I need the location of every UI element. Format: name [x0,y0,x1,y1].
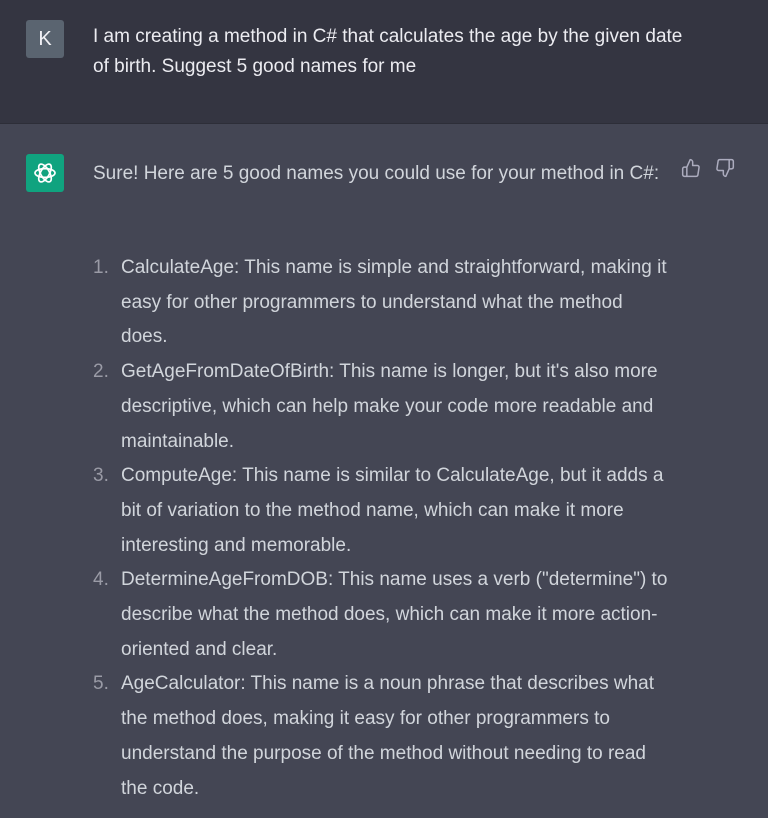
openai-logo-icon [34,163,56,183]
list-item: 4. DetermineAgeFromDOB: This name uses a… [93,563,673,667]
thumbs-down-button[interactable] [713,156,737,180]
list-item: 1. CalculateAge: This name is simple and… [93,251,673,355]
list-item-text: AgeCalculator: This name is a noun phras… [121,673,655,799]
assistant-avatar [26,154,64,192]
list-item-text: ComputeAge: This name is similar to Calc… [121,465,664,556]
list-item: 2. GetAgeFromDateOfBirth: This name is l… [93,355,673,459]
list-item-number: 3. [93,465,109,487]
list-item-number: 5. [93,673,109,695]
list-item-text: DetermineAgeFromDOB: This name uses a ve… [121,569,668,660]
user-message: K I am creating a method in C# that calc… [0,0,768,124]
list-item-number: 1. [93,257,109,278]
thumbs-down-icon [716,158,735,178]
assistant-message: Sure! Here are 5 good names you could us… [0,124,768,818]
answer-list: 1. CalculateAge: This name is simple and… [93,251,673,806]
list-item: 5. AgeCalculator: This name is a noun ph… [93,667,673,806]
user-message-text: I am creating a method in C# that calcul… [93,26,683,77]
list-item-number: 2. [93,361,109,383]
list-item-number: 4. [93,569,109,591]
user-avatar: K [26,20,64,58]
assistant-intro-text: Sure! Here are 5 good names you could us… [93,163,660,184]
thumbs-up-icon [681,158,700,178]
list-item-text: CalculateAge: This name is simple and st… [121,257,667,348]
thumbs-up-button[interactable] [679,156,703,180]
list-item: 3. ComputeAge: This name is similar to C… [93,459,673,563]
list-item-text: GetAgeFromDateOfBirth: This name is long… [121,361,658,452]
